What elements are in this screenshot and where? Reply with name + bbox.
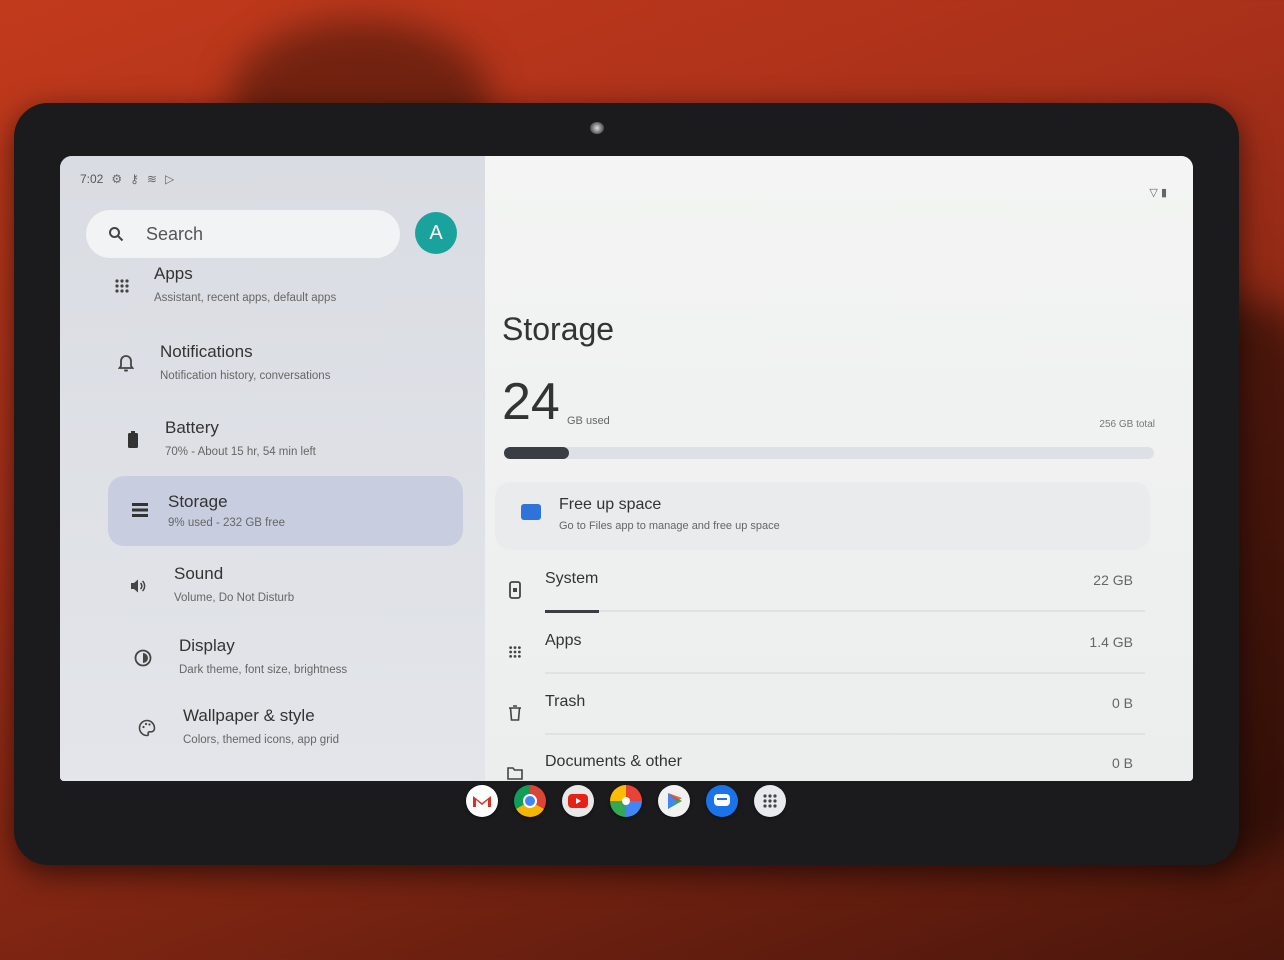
sidebar-item-subtitle: 70% - About 15 hr, 54 min left — [165, 446, 316, 458]
bell-icon — [114, 352, 138, 376]
play-notification-icon: ▷ — [164, 172, 175, 186]
search-placeholder: Search — [146, 223, 204, 244]
category-label: Trash — [545, 693, 586, 710]
chrome-icon[interactable] — [514, 785, 546, 817]
free-up-space-title: Free up space — [559, 496, 662, 513]
category-bar-track — [545, 672, 1145, 674]
vpn-key-icon: ⚷ — [130, 172, 139, 186]
sidebar-item-subtitle: Volume, Do Not Disturb — [174, 592, 295, 604]
search-bar[interactable]: Search — [86, 210, 400, 258]
sidebar-item-storage[interactable]: Storage 9% used - 232 GB free — [108, 476, 463, 546]
sidebar-item-title: Sound — [174, 564, 224, 583]
storage-total: 256 GB total — [1099, 419, 1155, 430]
tablet-screen: 7:02 ⚙ ⚷ ≋ ▷ Search A Apps Assistant, re… — [60, 156, 1193, 781]
account-avatar[interactable]: A — [415, 212, 457, 254]
photos-icon[interactable] — [610, 785, 642, 817]
storage-icon — [128, 498, 152, 522]
messages-icon[interactable] — [706, 785, 738, 817]
wifi-icon: ≋ — [146, 172, 157, 186]
sidebar-item-title: Apps — [154, 264, 193, 283]
category-bar-track — [545, 733, 1145, 735]
category-value: 1.4 GB — [1089, 634, 1133, 650]
sidebar-item-title: Wallpaper & style — [183, 706, 315, 725]
sidebar-item-sound[interactable]: Sound Volume, Do Not Disturb — [126, 564, 486, 628]
sidebar-item-subtitle: 9% used - 232 GB free — [168, 517, 285, 529]
brightness-icon — [131, 646, 155, 670]
sidebar-item-title: Storage — [168, 492, 228, 511]
speaker-icon — [126, 574, 150, 598]
grid-icon — [505, 642, 525, 662]
storage-used-unit: GB used — [567, 415, 610, 427]
sidebar-item-title: Display — [179, 636, 235, 655]
trash-icon — [505, 703, 525, 723]
category-value: 0 B — [1111, 755, 1133, 771]
free-up-space-card[interactable]: Free up space Go to Files app to manage … — [495, 482, 1150, 550]
category-label: System — [545, 570, 599, 587]
sidebar-item-apps[interactable]: Apps Assistant, recent apps, default app… — [106, 264, 466, 328]
sidebar-item-subtitle: Dark theme, font size, brightness — [179, 664, 348, 676]
status-icons-right: ▽ ▮ — [1149, 186, 1167, 199]
category-value: 0 B — [1111, 695, 1133, 711]
storage-progress-fill — [504, 447, 569, 459]
category-value: 22 GB — [1093, 572, 1133, 588]
storage-category-system[interactable]: System 22 GB — [505, 566, 1145, 626]
storage-progress-bar — [504, 447, 1154, 459]
sidebar-item-subtitle: Assistant, recent apps, default apps — [154, 292, 337, 304]
sidebar-item-subtitle: Colors, themed icons, app grid — [183, 734, 339, 746]
free-up-space-subtitle: Go to Files app to manage and free up sp… — [559, 520, 780, 532]
app-drawer-icon[interactable] — [754, 785, 786, 817]
files-folder-icon — [521, 504, 541, 520]
category-label: Apps — [545, 632, 582, 649]
status-bar: 7:02 ⚙ ⚷ ≋ ▷ — [80, 172, 174, 186]
category-label: Documents & other — [545, 753, 682, 770]
app-shelf — [466, 785, 786, 817]
play-store-icon[interactable] — [658, 785, 690, 817]
sidebar-item-title: Notifications — [160, 342, 253, 361]
storage-category-apps[interactable]: Apps 1.4 GB — [505, 628, 1145, 688]
category-bar-track — [545, 610, 1145, 612]
sidebar-item-battery[interactable]: Battery 70% - About 15 hr, 54 min left — [117, 418, 477, 482]
search-icon — [109, 227, 124, 242]
folder-icon — [505, 763, 525, 781]
front-camera — [590, 122, 604, 134]
settings-sidebar: 7:02 ⚙ ⚷ ≋ ▷ Search A Apps Assistant, re… — [60, 156, 485, 781]
battery-status-icon: ▮ — [1160, 187, 1167, 199]
storage-panel: ▽ ▮ Storage 24 GB used 256 GB total Free… — [485, 156, 1193, 781]
sidebar-item-title: Battery — [165, 418, 219, 437]
sidebar-item-notifications[interactable]: Notifications Notification history, conv… — [112, 342, 472, 406]
wifi-signal-icon: ▽ — [1149, 187, 1158, 199]
sidebar-item-display[interactable]: Display Dark theme, font size, brightnes… — [131, 636, 491, 700]
sidebar-item-subtitle: Notification history, conversations — [160, 370, 331, 382]
battery-icon — [121, 428, 145, 452]
category-bar-fill — [545, 610, 599, 613]
youtube-icon[interactable] — [562, 785, 594, 817]
storage-used-value: 24 — [502, 373, 560, 431]
phone-icon — [505, 580, 525, 600]
gmail-icon[interactable] — [466, 785, 498, 817]
storage-category-documents[interactable]: Documents & other 0 B — [505, 749, 1145, 781]
page-title: Storage — [502, 311, 615, 347]
palette-icon — [135, 716, 159, 740]
clock: 7:02 — [80, 172, 104, 186]
settings-gear-icon: ⚙ — [111, 172, 123, 186]
grid-icon — [110, 274, 134, 298]
sidebar-item-wallpaper[interactable]: Wallpaper & style Colors, themed icons, … — [135, 706, 495, 770]
storage-category-trash[interactable]: Trash 0 B — [505, 689, 1145, 749]
